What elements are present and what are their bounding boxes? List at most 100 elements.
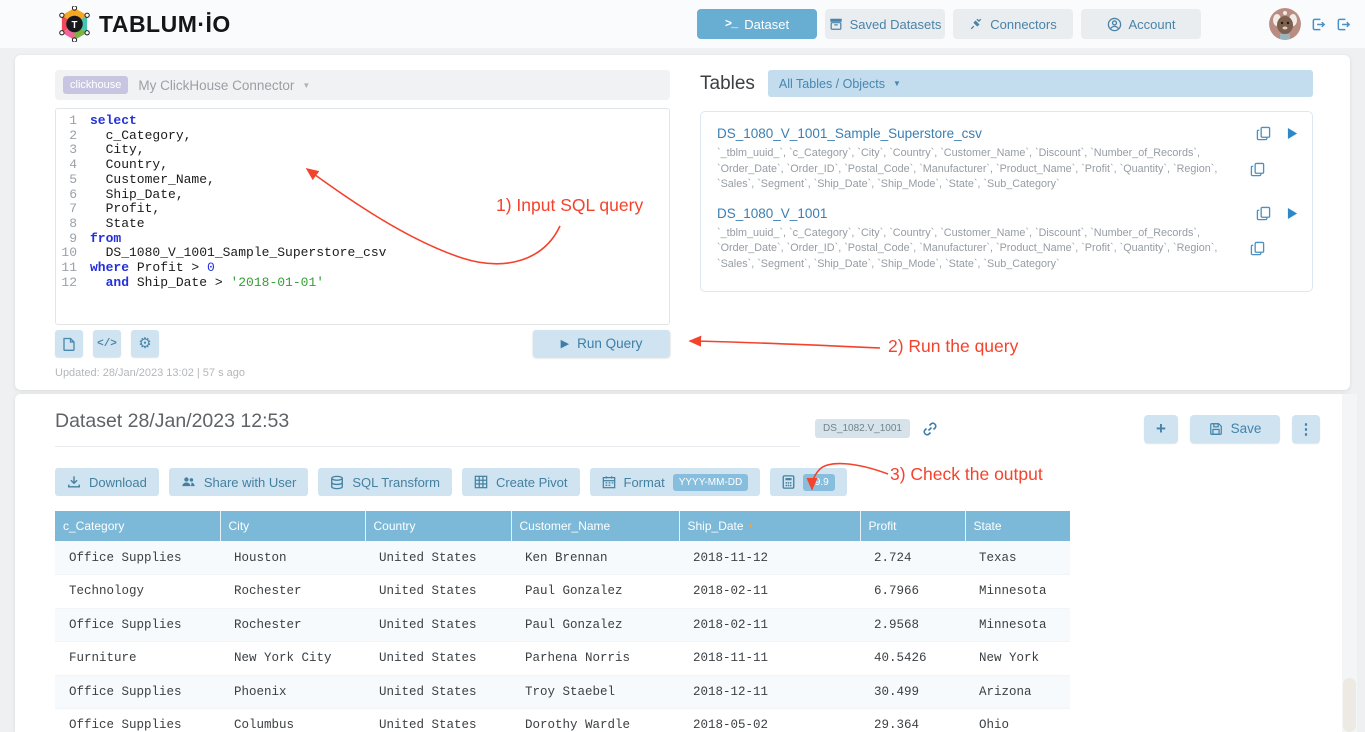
date-format-badge: YYYY-MM-DD [673,474,749,491]
nav-dataset-button[interactable]: >_ Dataset [697,9,817,39]
table-cell: Ken Brennan [511,541,679,575]
code-format-button[interactable]: </> [93,330,121,357]
table-cell: Columbus [220,709,365,732]
copy-icon[interactable] [1250,241,1265,256]
settings-button[interactable]: ⚙ [131,330,159,357]
dataset-title-wrap[interactable]: Dataset 28/Jan/2023 12:53 [55,410,800,447]
logout-icon[interactable] [1311,17,1326,32]
code-line: 6 Ship_Date, [56,188,669,203]
add-dataset-button[interactable]: + [1144,415,1178,443]
table-cell: New York [965,642,1070,676]
table-cell: United States [365,541,511,575]
avatar[interactable] [1269,8,1301,40]
download-button[interactable]: Download [55,468,159,496]
copy-icon[interactable] [1256,206,1271,221]
code-line: 5 Customer_Name, [56,173,669,188]
nav-saved-datasets-button[interactable]: Saved Datasets [825,9,945,39]
app-logo[interactable]: T TABLUM·İO [58,6,231,42]
table-cell: Houston [220,541,365,575]
create-pivot-button[interactable]: Create Pivot [462,468,580,496]
table-cell: Arizona [965,675,1070,709]
more-options-button[interactable]: ⋮ [1292,415,1320,443]
code-line: 3 City, [56,143,669,158]
link-icon[interactable] [922,421,938,437]
table-cell: Troy Staebel [511,675,679,709]
table-name-link[interactable]: DS_1080_V_1001 [717,206,827,221]
table-cell: 2018-11-11 [679,642,860,676]
line-number: 8 [56,217,90,232]
top-bar: T TABLUM·İO >_ Dataset Saved Datasets Co… [0,0,1365,48]
line-number: 12 [56,276,90,291]
table-cell: Office Supplies [55,608,220,642]
table-cell: United States [365,575,511,609]
share-button[interactable]: Share with User [169,468,308,496]
table-name-link[interactable]: DS_1080_V_1001_Sample_Superstore_csv [717,126,982,141]
column-header-city[interactable]: City [220,511,365,541]
table-row[interactable]: TechnologyRochesterUnited StatesPaul Gon… [55,575,1070,609]
column-header-ship_date[interactable]: Ship_Date• [679,511,860,541]
table-cell: 40.5426 [860,642,965,676]
database-icon [330,475,344,490]
terminal-icon: >_ [725,17,737,31]
column-header-state[interactable]: State [965,511,1070,541]
nav-account-label: Account [1129,17,1176,32]
nav-dataset-label: Dataset [744,17,789,32]
table-cell: Minnesota [965,608,1070,642]
share-label: Share with User [204,475,296,490]
table-cell: United States [365,642,511,676]
create-pivot-label: Create Pivot [496,475,568,490]
save-button[interactable]: Save [1190,415,1280,443]
code-line: 10 DS_1080_V_1001_Sample_Superstore_csv [56,246,669,261]
line-number: 2 [56,129,90,144]
sql-transform-label: SQL Transform [352,475,440,490]
chevron-down-icon: ▼ [302,81,310,90]
run-query-button[interactable]: ▶ Run Query [533,330,670,357]
format-button[interactable]: Format YYYY-MM-DD [590,468,761,496]
logout-all-icon[interactable] [1336,17,1351,32]
sql-editor[interactable]: 1select2 c_Category,3 City,4 Country,5 C… [55,108,670,325]
table-cell: 2.724 [860,541,965,575]
result-table-wrap: c_CategoryCityCountryCustomer_NameShip_D… [55,511,1350,732]
table-cell: 2018-02-11 [679,608,860,642]
connector-selector[interactable]: clickhouse My ClickHouse Connector ▼ [55,70,670,100]
result-table: c_CategoryCityCountryCustomer_NameShip_D… [55,511,1070,732]
nav-connectors-button[interactable]: Connectors [953,9,1073,39]
format-label: Format [624,475,665,490]
connector-type-badge: clickhouse [63,76,128,94]
line-number: 9 [56,232,90,247]
table-row[interactable]: Office SuppliesColumbusUnited StatesDoro… [55,709,1070,732]
table-row[interactable]: Office SuppliesHoustonUnited StatesKen B… [55,541,1070,575]
sql-transform-button[interactable]: SQL Transform [318,468,452,496]
code-line: 7 Profit, [56,202,669,217]
kebab-icon: ⋮ [1299,420,1314,438]
table-row[interactable]: Office SuppliesRochesterUnited StatesPau… [55,608,1070,642]
table-row[interactable]: Office SuppliesPhoenixUnited StatesTroy … [55,675,1070,709]
code-line: 12 and Ship_Date > '2018-01-01' [56,276,669,291]
account-icon [1107,17,1122,32]
column-header-customer_name[interactable]: Customer_Name [511,511,679,541]
run-table-icon[interactable] [1287,127,1298,140]
table-row[interactable]: FurnitureNew York CityUnited StatesParhe… [55,642,1070,676]
number-precision-badge: 99.9 [803,474,834,491]
column-header-country[interactable]: Country [365,511,511,541]
column-header-c_category[interactable]: c_Category [55,511,220,541]
column-header-profit[interactable]: Profit [860,511,965,541]
copy-icon[interactable] [1256,126,1271,141]
scrollbar-thumb[interactable] [1343,678,1356,732]
code-line: 8 State [56,217,669,232]
table-cell: United States [365,709,511,732]
dataset-id-badge: DS_1082.V_1001 [815,419,910,438]
number-format-button[interactable]: 99.9 [770,468,846,496]
line-number: 10 [56,246,90,261]
new-query-button[interactable] [55,330,83,357]
line-number: 1 [56,114,90,129]
download-label: Download [89,475,147,490]
nav-connectors-label: Connectors [990,17,1056,32]
run-table-icon[interactable] [1287,207,1298,220]
editor-actions: </> ⚙ ▶ Run Query [55,330,670,357]
tables-list: DS_1080_V_1001_Sample_Superstore_csv `_t… [700,111,1313,292]
copy-icon[interactable] [1250,162,1265,177]
table-cell: 30.499 [860,675,965,709]
tables-filter-dropdown[interactable]: All Tables / Objects ▼ [768,70,1313,97]
nav-account-button[interactable]: Account [1081,9,1201,39]
